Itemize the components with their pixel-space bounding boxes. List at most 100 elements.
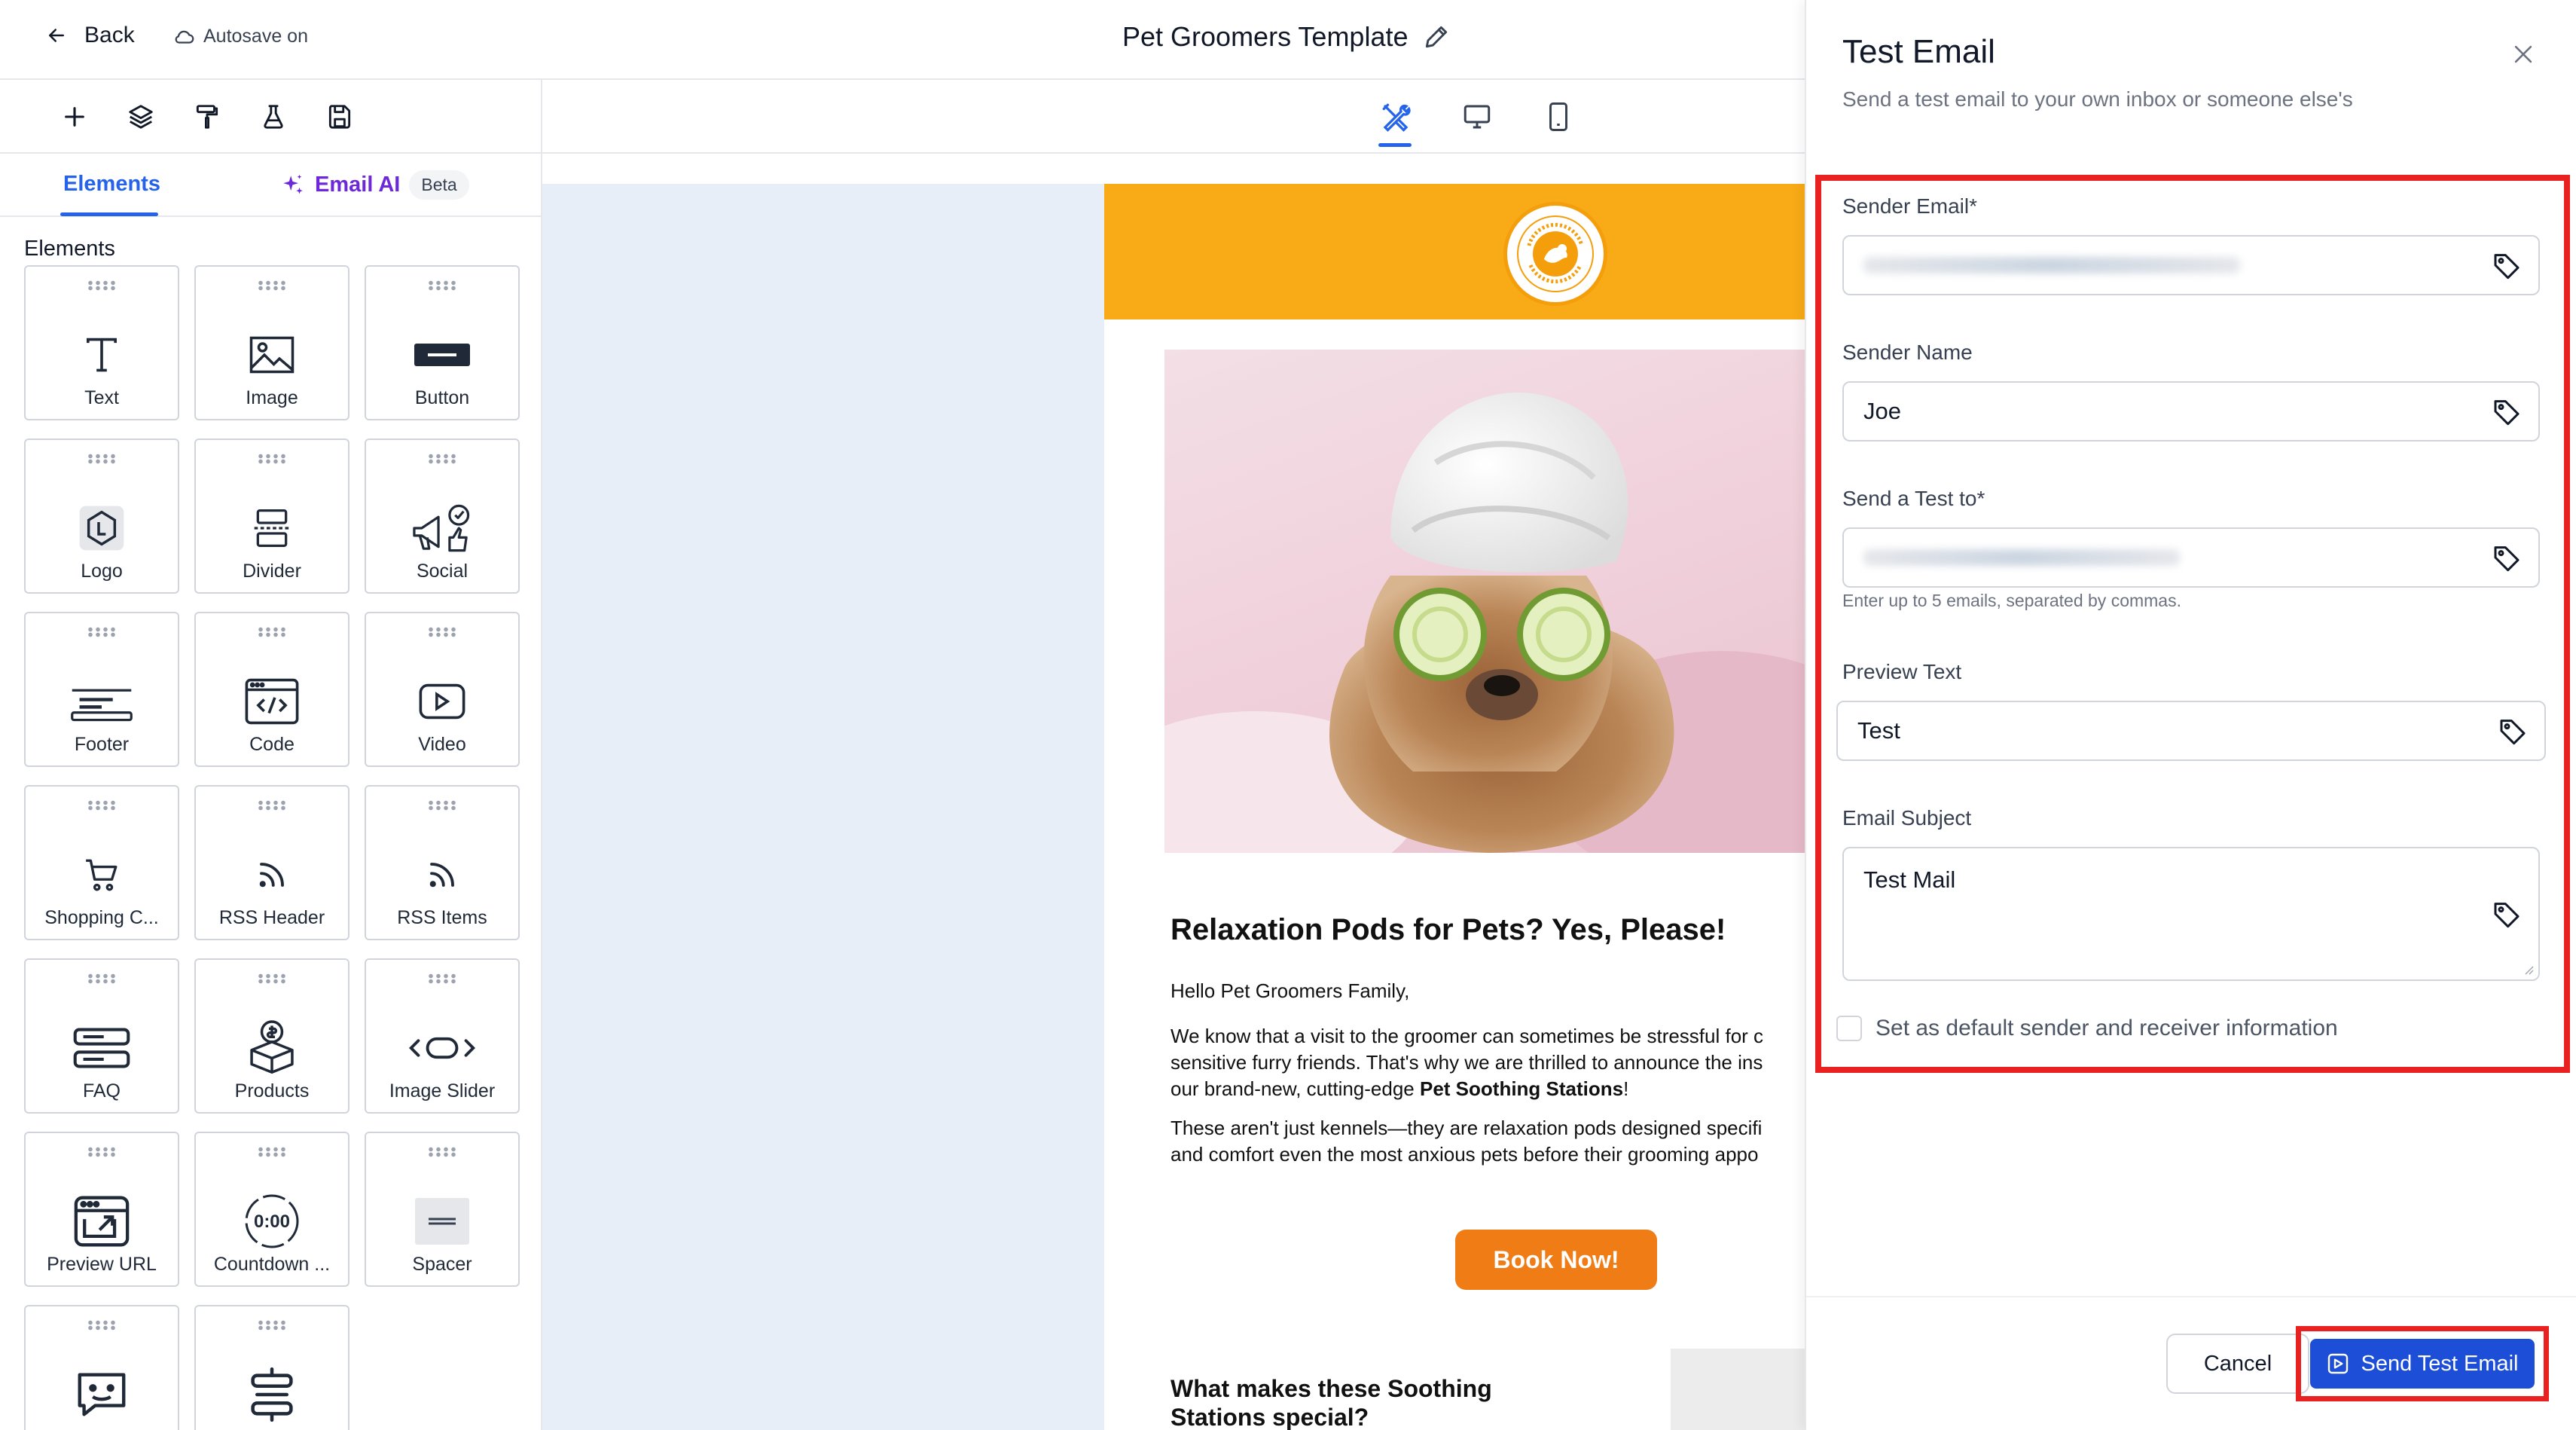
close-icon <box>2514 45 2532 63</box>
brand-logo <box>1503 202 1607 306</box>
spacer-icon <box>408 1187 476 1255</box>
logo-icon <box>68 494 136 562</box>
send-test-email-button[interactable]: Send Test Email <box>2310 1339 2535 1389</box>
pencil-icon[interactable] <box>1422 23 1451 51</box>
left-panel-tabs: Elements Email AI Beta <box>0 154 542 217</box>
layers-button[interactable] <box>121 96 161 137</box>
element-faq[interactable]: FAQ <box>24 958 179 1114</box>
preview-url-icon <box>68 1187 136 1255</box>
default-info-checkbox[interactable] <box>1836 1016 1862 1041</box>
hero-image[interactable] <box>1164 350 1808 853</box>
email-paragraph-1[interactable]: We know that a visit to the groomer can … <box>1170 1023 1763 1102</box>
merge-tag-icon[interactable] <box>2492 250 2522 280</box>
element-preview-url[interactable]: Preview URL <box>24 1132 179 1287</box>
elements-section-label: Elements <box>24 237 115 261</box>
element-button[interactable]: Button <box>365 265 520 420</box>
element-image[interactable]: Image <box>194 265 349 420</box>
element-social[interactable]: Social <box>365 438 520 594</box>
image-placeholder[interactable] <box>1671 1349 1808 1430</box>
chatbot-icon <box>68 1361 136 1428</box>
button-icon <box>408 321 476 389</box>
default-info-label: Set as default sender and receiver infor… <box>1876 1016 2338 1040</box>
save-button[interactable] <box>319 96 360 137</box>
send-test-email-label: Send Test Email <box>2361 1351 2519 1376</box>
highlight-box-send: Send Test Email <box>2296 1326 2549 1401</box>
email-greeting[interactable]: Hello Pet Groomers Family, <box>1170 978 1409 1004</box>
tab-elements[interactable]: Elements <box>63 172 160 197</box>
element-rss-header[interactable]: RSS Header <box>194 785 349 940</box>
drag-handle-icon <box>87 973 117 984</box>
preview-text-input[interactable]: Test <box>1836 701 2546 761</box>
resize-handle-icon[interactable] <box>2522 963 2534 975</box>
sender-email-input[interactable] <box>1842 235 2540 295</box>
element-video[interactable]: Video <box>365 612 520 767</box>
email-header-block[interactable] <box>1104 184 1808 319</box>
stack-icon <box>238 1361 306 1428</box>
beta-badge: Beta <box>409 170 469 200</box>
book-now-button[interactable]: Book Now! <box>1455 1230 1657 1290</box>
email-paragraph-2[interactable]: These aren't just kennels—they are relax… <box>1170 1115 1762 1168</box>
footer-divider <box>1806 1296 2576 1297</box>
element-footer[interactable]: Footer <box>24 612 179 767</box>
merge-tag-icon[interactable] <box>2492 542 2522 573</box>
element-label: Code <box>249 734 295 755</box>
element-label: Video <box>418 734 466 755</box>
element-label: Preview URL <box>47 1254 157 1275</box>
subject-value: Test Mail <box>1863 866 1956 893</box>
edit-mode-button[interactable] <box>1375 96 1416 137</box>
text-run: ! <box>1623 1077 1629 1100</box>
element-chatbot[interactable] <box>24 1305 179 1430</box>
paragraph-line: and comfort even the most anxious pets b… <box>1170 1143 1759 1166</box>
top-bar: Back Autosave on Pet Groomers Template <box>0 0 1808 80</box>
drag-handle-icon <box>87 454 117 464</box>
email-subheading[interactable]: What makes these Soothing Stations speci… <box>1170 1374 1492 1430</box>
flask-button[interactable] <box>253 96 294 137</box>
subject-textarea[interactable]: Test Mail <box>1842 847 2540 981</box>
default-info-checkbox-row[interactable]: Set as default sender and receiver infor… <box>1836 1016 2338 1041</box>
add-button[interactable] <box>54 96 95 137</box>
tab-email-ai[interactable]: Email AI Beta <box>280 170 469 200</box>
element-divider[interactable]: Divider <box>194 438 349 594</box>
drag-handle-icon <box>87 1147 117 1157</box>
merge-tag-icon[interactable] <box>2492 396 2522 426</box>
merge-tag-icon[interactable] <box>2492 899 2522 929</box>
element-products[interactable]: Products <box>194 958 349 1114</box>
rss-icon <box>408 841 476 909</box>
element-text[interactable]: Text <box>24 265 179 420</box>
divider-icon <box>238 494 306 562</box>
cancel-button[interactable]: Cancel <box>2166 1334 2309 1394</box>
element-image-slider[interactable]: Image Slider <box>365 958 520 1114</box>
send-to-input[interactable] <box>1842 527 2540 588</box>
merge-tag-icon[interactable] <box>2498 716 2528 746</box>
email-preview[interactable]: Relaxation Pods for Pets? Yes, Please! H… <box>1104 184 1808 1430</box>
element-rss-items[interactable]: RSS Items <box>365 785 520 940</box>
subheading-line: Stations special? <box>1170 1404 1369 1430</box>
element-shopping-cart[interactable]: Shopping C... <box>24 785 179 940</box>
autosave-label: Autosave on <box>203 26 308 47</box>
element-logo[interactable]: Logo <box>24 438 179 594</box>
countdown-icon: 0:00 <box>238 1187 306 1255</box>
drag-handle-icon <box>427 800 457 811</box>
paragraph-line: our brand-new, cutting-edge Pet Soothing… <box>1170 1076 1763 1102</box>
back-button[interactable]: Back <box>45 23 135 48</box>
email-heading[interactable]: Relaxation Pods for Pets? Yes, Please! <box>1170 913 1726 947</box>
document-title: Pet Groomers Template <box>1122 21 1451 53</box>
send-to-label: Send a Test to* <box>1842 487 1985 510</box>
drag-handle-icon <box>257 800 287 811</box>
element-label: Image <box>246 387 298 408</box>
send-to-helper: Enter up to 5 emails, separated by comma… <box>1842 591 2181 610</box>
drag-handle-icon <box>257 973 287 984</box>
element-spacer[interactable]: Spacer <box>365 1132 520 1287</box>
element-label: Social <box>416 561 469 582</box>
paint-roller-button[interactable] <box>187 96 227 137</box>
drag-handle-icon <box>427 1147 457 1157</box>
desktop-preview-button[interactable] <box>1457 96 1497 137</box>
sender-name-input[interactable]: Joe <box>1842 381 2540 442</box>
element-label: RSS Header <box>218 907 325 928</box>
drag-handle-icon <box>257 1147 287 1157</box>
close-button[interactable] <box>2505 36 2541 72</box>
element-code[interactable]: Code <box>194 612 349 767</box>
mobile-preview-button[interactable] <box>1538 96 1579 137</box>
element-stack[interactable] <box>194 1305 349 1430</box>
element-countdown[interactable]: 0:00 Countdown ... <box>194 1132 349 1287</box>
